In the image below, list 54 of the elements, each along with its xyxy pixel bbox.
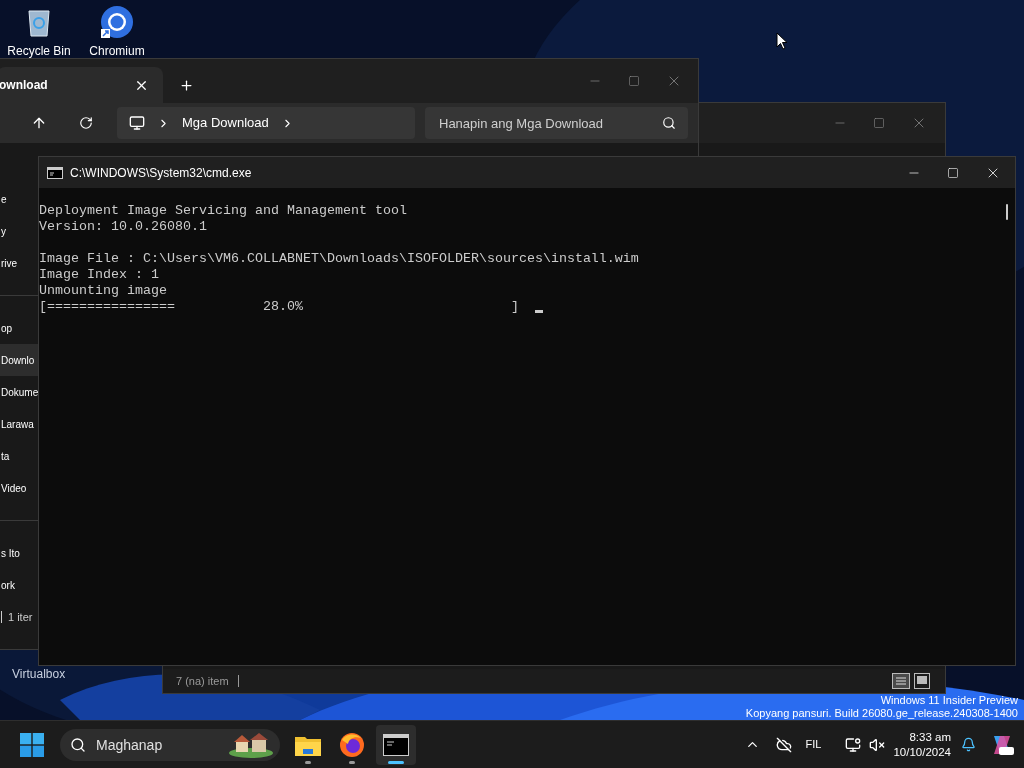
console-icon	[47, 166, 63, 179]
sidebar-item[interactable]: ta	[0, 440, 39, 472]
computer-icon	[129, 115, 145, 131]
sidebar-item[interactable]: Video	[0, 472, 39, 504]
firefox-icon	[339, 731, 365, 758]
watermark-text: Kopyang pansuri. Build 26080.ge_release.240308-1400	[745, 706, 1018, 719]
text-cursor-icon	[534, 310, 543, 313]
console-line: Deployment Image Servicing and Management tool	[39, 203, 407, 219]
tiles-view-icon[interactable]	[914, 673, 930, 689]
search-field[interactable]: Hanapin ang Mga Download	[425, 107, 688, 139]
browser-icon	[100, 5, 134, 39]
bell-icon[interactable]	[961, 737, 976, 752]
language-indicator[interactable]: FIL	[805, 736, 822, 753]
start-icon[interactable]	[20, 732, 44, 757]
address-bar[interactable]: Mga Download	[117, 107, 415, 139]
sidebar-item[interactable]: s Ito	[0, 537, 39, 569]
village-icon	[228, 730, 274, 759]
desktop-icon-label[interactable]: Chromium	[89, 42, 145, 60]
sidebar-item[interactable]: y	[0, 215, 39, 247]
clock[interactable]: 8:33 am 10/10/2024	[893, 729, 951, 760]
refresh-icon[interactable]	[79, 116, 93, 130]
search-icon	[70, 736, 86, 753]
watermark-text: Windows 11 Insider Preview	[880, 694, 1018, 707]
sidebar-item[interactable]: Dokume	[0, 376, 39, 408]
desktop-icon-label[interactable]: Virtualbox	[12, 667, 66, 681]
cloud-off-icon[interactable]	[775, 736, 792, 753]
volume-muted-icon[interactable]	[869, 736, 886, 753]
console-line: Version: 10.0.26080.1	[39, 219, 207, 235]
sidebar-item[interactable]: Larawa	[0, 408, 39, 440]
taskbar-search-field[interactable]: Maghanap	[60, 728, 280, 761]
sidebar-item[interactable]: rive	[0, 247, 39, 279]
console-line: Image File : C:\Users\VM6.COLLABNET\Downloads\ISOFOLDER\sources\install.wim	[39, 251, 639, 267]
status-text: 1 iter	[8, 609, 33, 625]
breadcrumb-item[interactable]: Mga Download	[182, 113, 269, 133]
recycle-bin-icon	[26, 7, 52, 37]
explorer-tab[interactable]: ownload	[0, 67, 163, 103]
search-icon	[662, 116, 676, 130]
console-line: [================ 28.0% ]	[39, 299, 519, 315]
console-line: Image Index : 1	[39, 267, 159, 283]
console-icon	[383, 733, 409, 756]
window-title: C:\WINDOWS\System32\cmd.exe	[70, 164, 252, 182]
sidebar-item[interactable]: op	[0, 312, 39, 344]
network-icon[interactable]	[845, 736, 862, 753]
new-tab-icon[interactable]	[179, 77, 194, 93]
status-text: 7 (na) item	[176, 673, 229, 689]
sidebar-item[interactable]: e	[0, 183, 39, 215]
console-line: Unmounting image	[39, 283, 167, 299]
details-view-icon[interactable]	[892, 673, 910, 689]
mouse-pointer-icon	[776, 32, 788, 50]
taskbar-app[interactable]	[376, 724, 416, 765]
desktop-icon-label[interactable]: Recycle Bin	[7, 42, 71, 60]
sidebar-item[interactable]: ork	[0, 569, 39, 601]
sidebar-item[interactable]: Downlo	[0, 344, 39, 376]
scrollbar-thumb[interactable]	[1006, 204, 1008, 220]
